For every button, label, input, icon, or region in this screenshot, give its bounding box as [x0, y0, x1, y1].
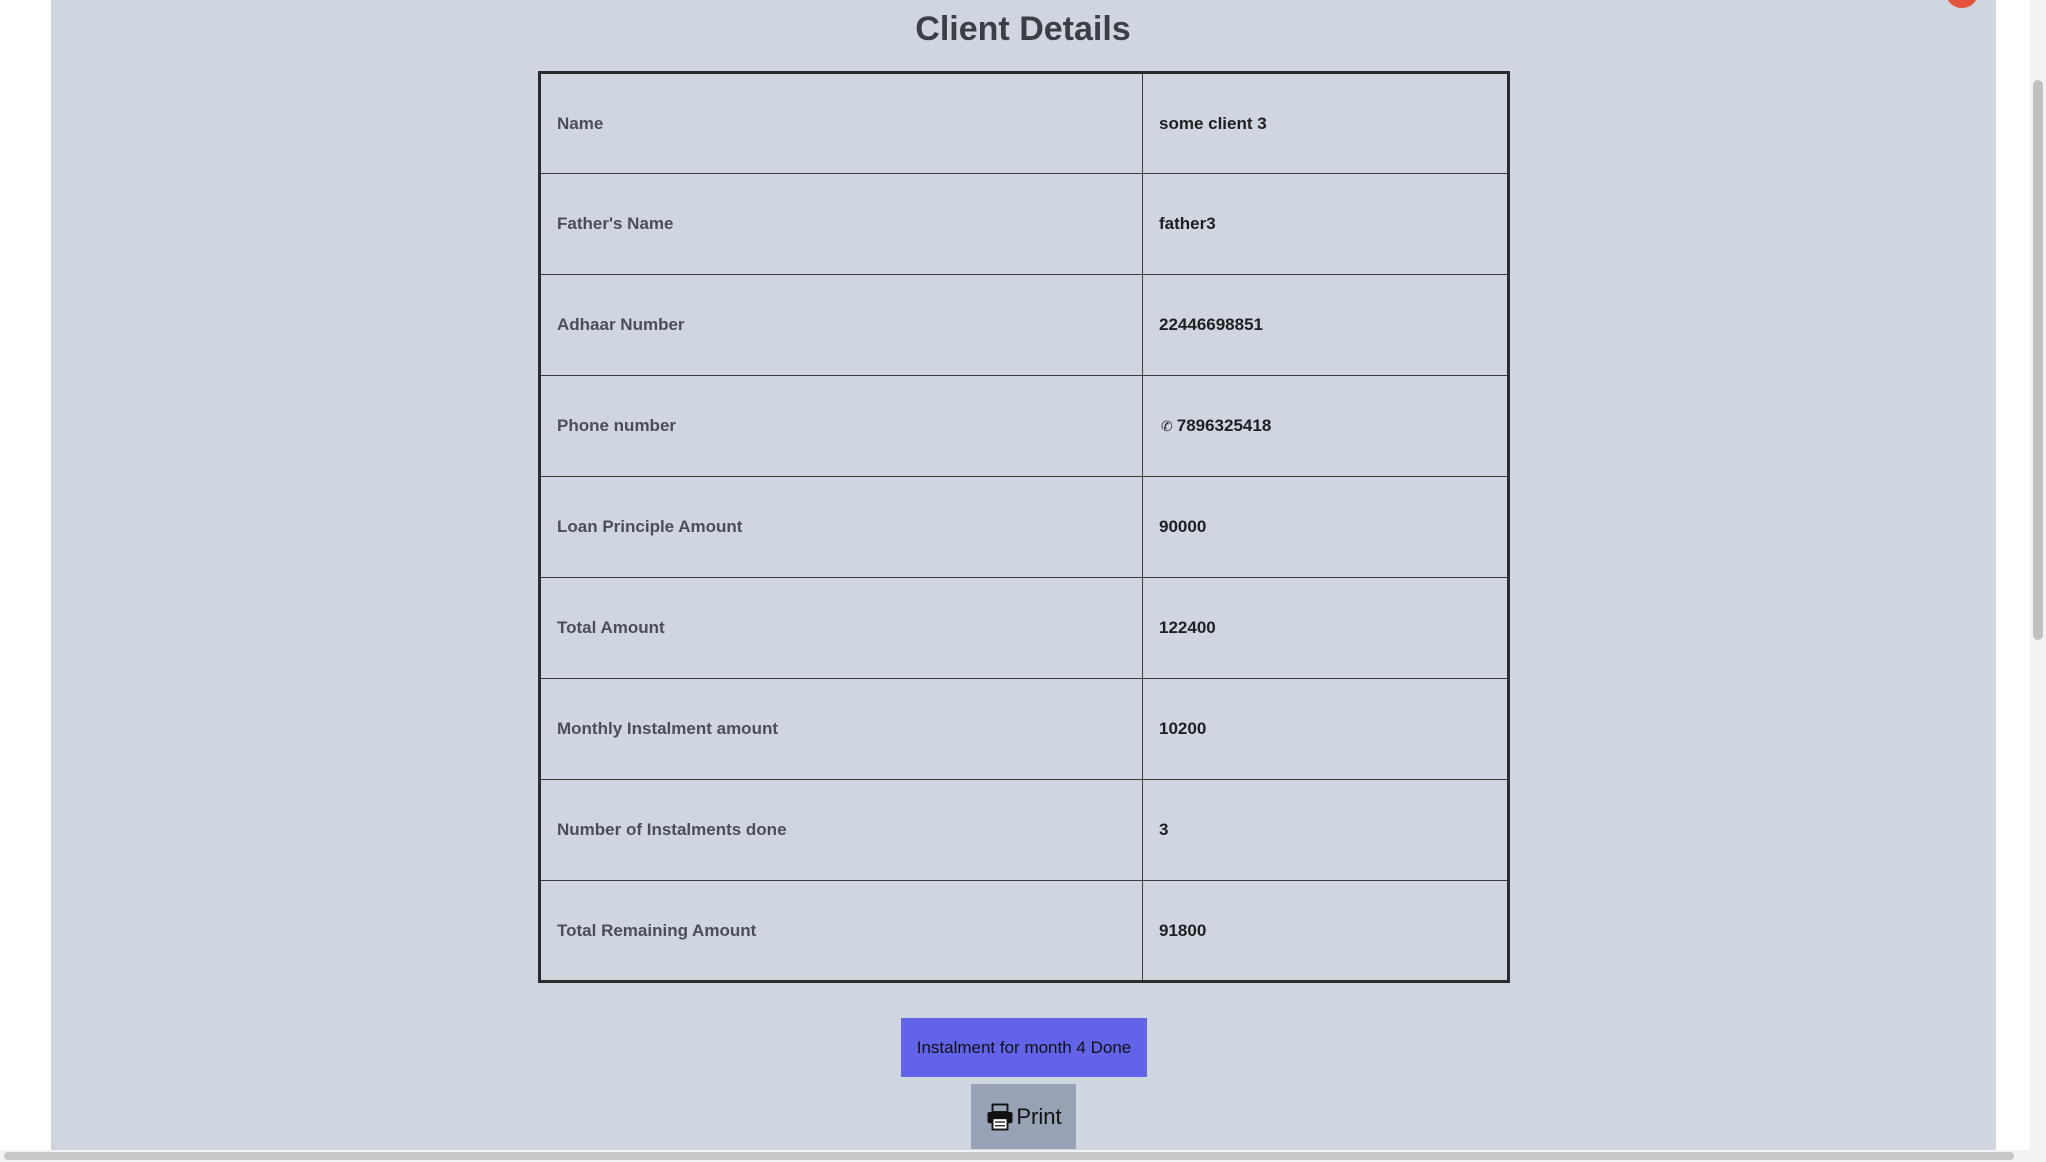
horizontal-scrollbar-thumb[interactable]	[4, 1152, 2014, 1160]
row-label-loan-principle: Loan Principle Amount	[539, 476, 1143, 578]
table-row: Name some client 3	[539, 72, 1509, 174]
row-label-adhaar-number: Adhaar Number	[539, 274, 1143, 376]
table-row: Monthly Instalment amount 10200	[539, 678, 1509, 780]
row-value-total-amount: 122400	[1142, 577, 1509, 679]
table-row: Phone number ✆ 7896325418	[539, 375, 1509, 477]
row-label-total-amount: Total Amount	[539, 577, 1143, 679]
row-label-monthly-instalment: Monthly Instalment amount	[539, 678, 1143, 780]
print-button[interactable]: Print	[971, 1084, 1076, 1149]
vertical-scrollbar-thumb[interactable]	[2033, 80, 2043, 640]
table-row: Father's Name father3	[539, 173, 1509, 275]
table-row: Adhaar Number 22446698851	[539, 274, 1509, 376]
table-row: Total Remaining Amount 91800	[539, 880, 1509, 982]
client-details-table: Name some client 3 Father's Name father3…	[538, 71, 1510, 983]
printer-icon	[987, 1103, 1013, 1130]
row-value-monthly-instalment: 10200	[1142, 678, 1509, 780]
row-value-phone-number: ✆ 7896325418	[1142, 375, 1509, 477]
row-value-loan-principle: 90000	[1142, 476, 1509, 578]
row-label-name: Name	[539, 72, 1143, 174]
horizontal-scrollbar[interactable]	[0, 1150, 2030, 1162]
phone-number-link[interactable]: 7896325418	[1177, 416, 1272, 435]
row-value-adhaar-number: 22446698851	[1142, 274, 1509, 376]
table-row: Number of Instalments done 3	[539, 779, 1509, 881]
page-title: Client Details	[915, 10, 1131, 48]
vertical-scrollbar[interactable]	[2030, 0, 2046, 1162]
print-button-label: Print	[1016, 1103, 1062, 1129]
row-label-instalments-done: Number of Instalments done	[539, 779, 1143, 881]
table-row: Loan Principle Amount 90000	[539, 476, 1509, 578]
row-value-instalments-done: 3	[1142, 779, 1509, 881]
row-label-total-remaining: Total Remaining Amount	[539, 880, 1143, 982]
row-label-fathers-name: Father's Name	[539, 173, 1143, 275]
table-row: Total Amount 122400	[539, 577, 1509, 679]
instalment-done-button[interactable]: Instalment for month 4 Done	[901, 1018, 1147, 1077]
row-value-fathers-name: father3	[1142, 173, 1509, 275]
row-value-name: some client 3	[1142, 72, 1509, 174]
phone-icon: ✆	[1161, 418, 1173, 434]
row-value-total-remaining: 91800	[1142, 880, 1509, 982]
row-label-phone-number: Phone number	[539, 375, 1143, 477]
